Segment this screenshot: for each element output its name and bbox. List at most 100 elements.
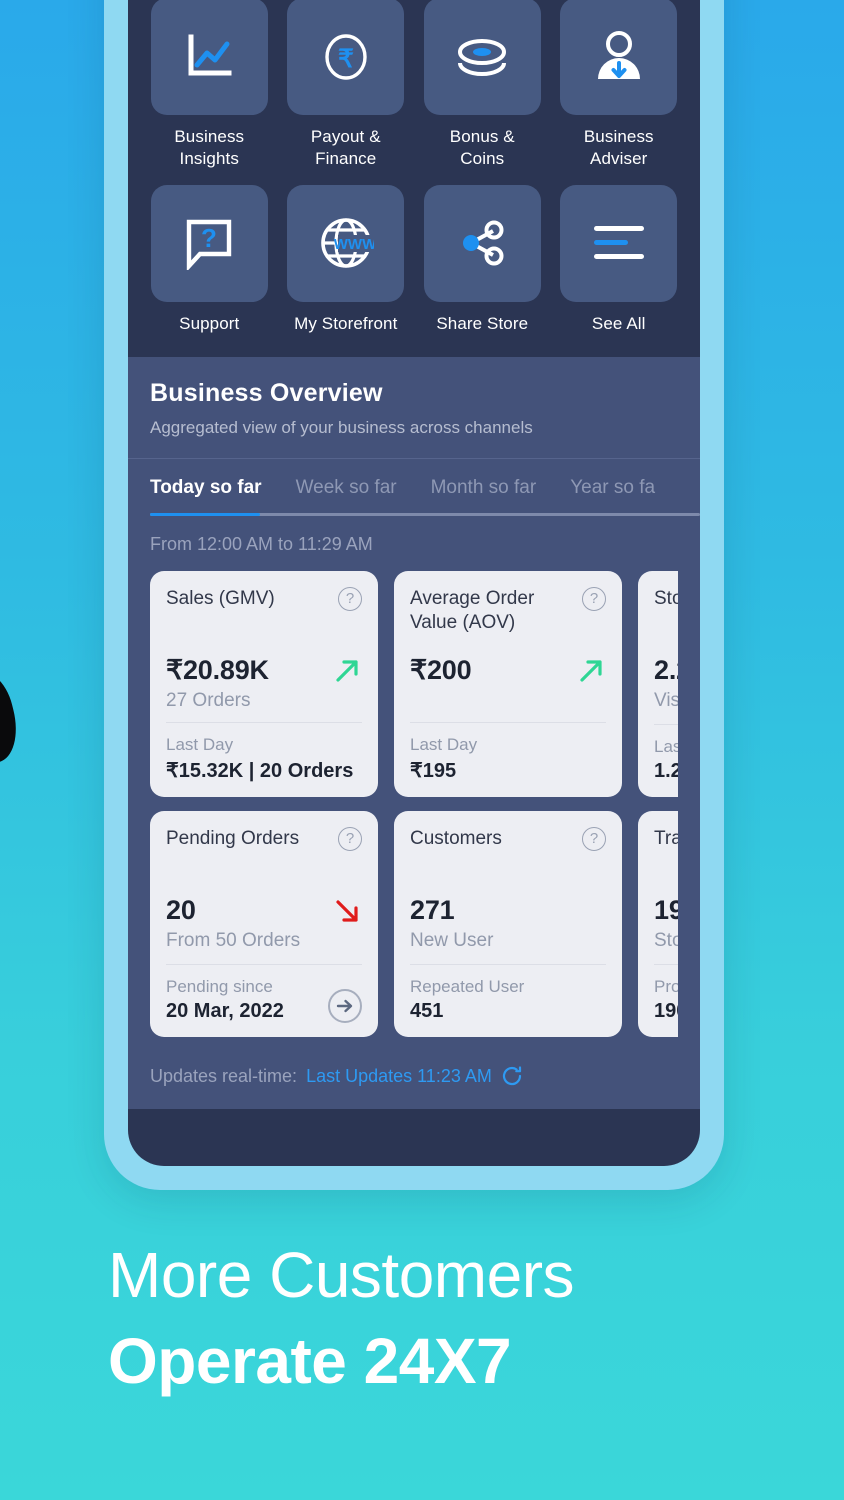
menu-lines-icon <box>593 226 644 260</box>
quick-actions-section: Business Insights ₹ Payout & Finance Bon… <box>128 0 700 358</box>
card-subvalue: New User <box>410 930 494 952</box>
card-subvalue: From 50 Orders <box>166 930 301 952</box>
quick-action-tile: ? <box>150 184 268 302</box>
quick-action-label: See All <box>591 313 646 333</box>
period-tabs: Today so far Week so far Month so far Ye… <box>150 459 678 513</box>
metric-card-customers[interactable]: Customers ? 271 New User Repeated User 4… <box>394 811 622 1038</box>
card-header: Store Visits ? <box>654 587 678 641</box>
quick-action-label: Bonus & Coins <box>449 127 515 169</box>
quick-action-business-insights[interactable]: Business Insights <box>146 0 273 171</box>
card-title: Sales (GMV) <box>166 588 275 610</box>
page-title: Business Overview <box>150 379 383 408</box>
metric-card-row: Pending Orders ? 20 From 50 Orders Pendi… <box>150 811 678 1038</box>
refresh-icon[interactable] <box>501 1065 523 1087</box>
coins-stack-icon <box>458 38 507 76</box>
card-footer: Pending since 20 Mar, 2022 <box>166 964 362 1024</box>
quick-action-label: Business Insights <box>174 127 245 169</box>
person-adviser-icon <box>597 30 640 79</box>
trend-up-icon <box>336 660 358 682</box>
realtime-update-bar: Updates real-time: Last Updates 11:23 AM <box>128 1051 700 1109</box>
phone-frame: Business Insights ₹ Payout & Finance Bon… <box>104 0 724 1190</box>
globe-www-icon: WWW <box>320 218 374 269</box>
quick-action-label: Support <box>179 313 240 333</box>
last-update-link[interactable]: Last Updates 11:23 AM <box>306 1066 492 1087</box>
metric-card-traffic[interactable]: Traffic ? 190 Store Views Product Views … <box>638 811 678 1038</box>
tab-rail <box>150 513 700 517</box>
chat-question-icon: ? <box>187 220 232 271</box>
help-icon[interactable]: ? <box>582 827 606 852</box>
card-main-value-row: ₹200 <box>410 655 606 686</box>
metric-card-average-order-value[interactable]: Average Order Value (AOV) ? ₹200 Last Da… <box>394 571 622 798</box>
business-overview-section: Business Overview Aggregated view of you… <box>128 357 700 1110</box>
card-foot-value: 20 Mar, 2022 <box>166 1000 284 1023</box>
help-icon[interactable]: ? <box>582 587 606 612</box>
quick-action-my-storefront[interactable]: WWW My Storefront <box>283 184 410 335</box>
quick-action-label: Business Adviser <box>583 127 654 169</box>
quick-action-tile <box>560 184 678 302</box>
realtime-label: Updates real-time: <box>150 1065 298 1086</box>
quick-action-support[interactable]: ? Support <box>146 184 273 335</box>
tab-month-so-far[interactable]: Month so far <box>431 477 537 513</box>
quick-action-tile <box>423 184 541 302</box>
svg-text:?: ? <box>201 223 217 253</box>
card-foot-value: 451 <box>410 1000 444 1023</box>
card-value: 2.2K <box>654 655 678 686</box>
card-foot-label: Last Day <box>410 735 478 755</box>
tab-year-so-far[interactable]: Year so fa <box>570 477 655 513</box>
trend-down-icon <box>336 900 358 922</box>
card-header: Average Order Value (AOV) ? <box>410 587 606 641</box>
quick-action-bonus-coins[interactable]: Bonus & Coins <box>419 0 546 171</box>
arrow-right-icon <box>336 1000 353 1013</box>
card-main-value-row: 2.2K <box>654 655 678 686</box>
metric-card-pending-orders[interactable]: Pending Orders ? 20 From 50 Orders Pendi… <box>150 811 378 1038</box>
card-value: 190 <box>654 895 678 926</box>
quick-action-label: Payout & Finance <box>310 127 381 169</box>
card-go-button[interactable] <box>328 989 362 1024</box>
chart-line-icon <box>188 34 232 75</box>
svg-text:₹: ₹ <box>338 45 354 73</box>
quick-action-business-adviser[interactable]: Business Adviser <box>556 0 683 171</box>
quick-action-see-all[interactable]: See All <box>556 184 683 335</box>
metric-card-sales-gmv[interactable]: Sales (GMV) ? ₹20.89K 27 Orders Last Day… <box>150 571 378 798</box>
card-main-value-row: 190 <box>654 895 678 926</box>
card-footer: Last Day 1.2K <box>654 724 678 783</box>
card-foot-label: Pending since <box>166 977 273 997</box>
tab-week-so-far[interactable]: Week so far <box>296 477 397 513</box>
card-subvalue: Visits <box>654 690 678 712</box>
card-subvalue: 27 Orders <box>166 690 251 712</box>
time-range-label: From 12:00 AM to 11:29 AM <box>150 534 373 555</box>
card-subvalue: Store Views <box>654 930 678 952</box>
help-icon[interactable]: ? <box>338 587 362 612</box>
quick-action-payout-finance[interactable]: ₹ Payout & Finance <box>283 0 410 171</box>
share-nodes-icon <box>463 220 504 266</box>
quick-action-tile <box>423 0 541 115</box>
card-title: Traffic <box>654 828 678 850</box>
card-title: Customers <box>410 828 502 850</box>
quick-action-tile: ₹ <box>287 0 405 115</box>
metric-card-store-visits[interactable]: Store Visits ? 2.2K Visits Last Day 1.2K <box>638 571 678 798</box>
card-foot-label: Last Day <box>654 737 678 757</box>
quick-actions-grid: Business Insights ₹ Payout & Finance Bon… <box>146 0 682 335</box>
page-subtitle: Aggregated view of your business across … <box>150 418 533 438</box>
card-foot-value: ₹195 <box>410 760 457 783</box>
metric-card-row: Sales (GMV) ? ₹20.89K 27 Orders Last Day… <box>150 571 678 798</box>
svg-text:WWW: WWW <box>334 236 374 253</box>
card-value: 20 <box>166 895 196 926</box>
card-main-value-row: 271 <box>410 895 606 926</box>
card-foot-value: 1.2K <box>654 760 678 783</box>
card-header: Customers ? <box>410 827 606 881</box>
tab-active-indicator <box>150 513 260 517</box>
card-main-value-row: ₹20.89K <box>166 655 362 686</box>
decorative-blob <box>0 662 25 770</box>
tab-today-so-far[interactable]: Today so far <box>150 477 262 513</box>
card-foot-label: Repeated User <box>410 977 525 997</box>
quick-action-share-store[interactable]: Share Store <box>419 184 546 335</box>
metric-cards-carousel[interactable]: Sales (GMV) ? ₹20.89K 27 Orders Last Day… <box>150 571 678 1038</box>
card-header: Traffic ? <box>654 827 678 881</box>
trend-up-icon <box>580 660 602 682</box>
card-value: ₹200 <box>410 655 472 686</box>
card-value: 271 <box>410 895 455 926</box>
headline-line-1: More Customers <box>108 1239 575 1311</box>
card-footer: Product Views 1902 <box>654 964 678 1023</box>
help-icon[interactable]: ? <box>338 827 362 852</box>
